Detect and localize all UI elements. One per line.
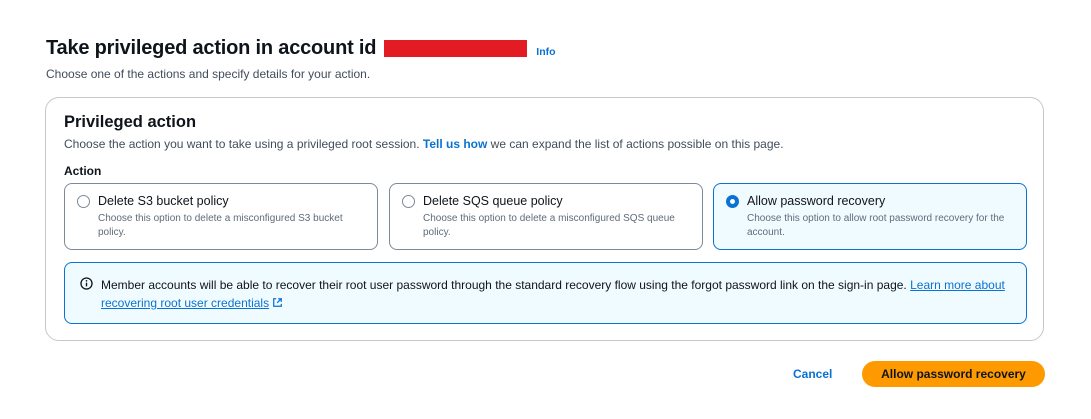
alert-text: Member accounts will be able to recover …: [101, 278, 911, 292]
page-header: Take privileged action in account id Inf…: [46, 37, 556, 60]
external-link-icon: [273, 298, 282, 307]
allow-password-recovery-button[interactable]: Allow password recovery: [862, 361, 1045, 387]
tile-label: Allow password recovery: [747, 194, 886, 208]
redacted-account-id: [384, 40, 528, 57]
tile-description: Choose this option to delete a misconfig…: [423, 213, 675, 238]
info-link[interactable]: Info: [536, 46, 555, 58]
info-circle-icon: [80, 277, 93, 290]
section-title: Privileged action: [64, 113, 197, 131]
tell-us-how-link[interactable]: Tell us how: [423, 137, 487, 151]
tile-description: Choose this option to delete a misconfig…: [98, 213, 343, 238]
alert-message: Member accounts will be able to recover …: [101, 276, 1011, 312]
radio-button-selected[interactable]: [726, 195, 739, 208]
info-alert: Member accounts will be able to recover …: [64, 262, 1027, 324]
radio-button[interactable]: [77, 195, 90, 208]
section-description: Choose the action you want to take using…: [64, 137, 784, 151]
section-description-text-end: we can expand the list of actions possib…: [487, 137, 784, 151]
action-field-label: Action: [64, 164, 102, 178]
tile-delete-sqs-queue-policy[interactable]: Delete SQS queue policy Choose this opti…: [389, 183, 703, 250]
tile-label: Delete S3 bucket policy: [98, 194, 229, 208]
tile-delete-s3-bucket-policy[interactable]: Delete S3 bucket policy Choose this opti…: [64, 183, 378, 250]
section-description-text: Choose the action you want to take using…: [64, 137, 423, 151]
tile-allow-password-recovery[interactable]: Allow password recovery Choose this opti…: [713, 183, 1027, 250]
page-title: Take privileged action in account id: [46, 37, 377, 59]
tile-description: Choose this option to allow root passwor…: [747, 213, 1005, 238]
radio-button[interactable]: [402, 195, 415, 208]
cancel-button[interactable]: Cancel: [781, 361, 844, 387]
page-description: Choose one of the actions and specify de…: [46, 67, 371, 81]
tile-label: Delete SQS queue policy: [423, 194, 563, 208]
